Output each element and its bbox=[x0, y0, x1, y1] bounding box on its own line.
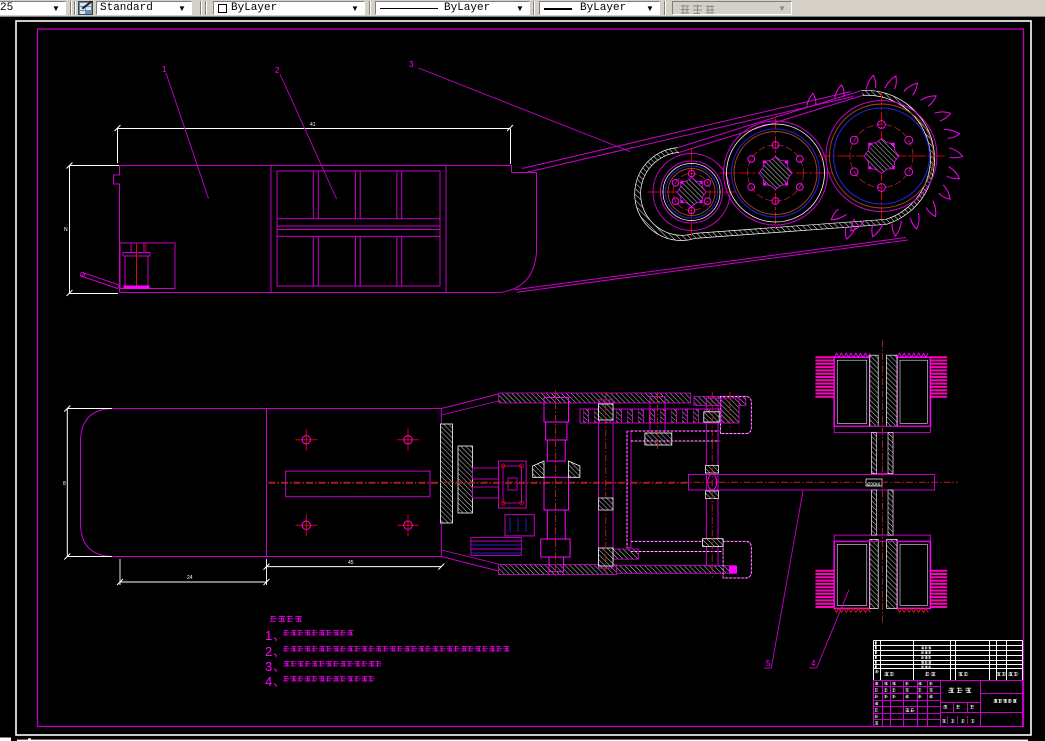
svg-text:24: 24 bbox=[187, 575, 193, 581]
svg-text:3: 3 bbox=[409, 60, 414, 69]
svg-text:41: 41 bbox=[310, 122, 316, 128]
svg-text:3: 3 bbox=[265, 659, 272, 674]
svg-text:1: 1 bbox=[162, 65, 167, 74]
svg-text:Ø30k6: Ø30k6 bbox=[867, 482, 881, 487]
svg-text:5: 5 bbox=[766, 659, 771, 668]
svg-text:N: N bbox=[64, 227, 68, 233]
svg-text:2: 2 bbox=[265, 644, 272, 659]
svg-text:1: 1 bbox=[265, 628, 272, 643]
svg-text:8: 8 bbox=[63, 481, 66, 487]
svg-text:4: 4 bbox=[265, 674, 272, 689]
svg-text:4: 4 bbox=[811, 659, 816, 668]
svg-text:2: 2 bbox=[275, 66, 280, 75]
svg-text:45: 45 bbox=[348, 560, 354, 566]
